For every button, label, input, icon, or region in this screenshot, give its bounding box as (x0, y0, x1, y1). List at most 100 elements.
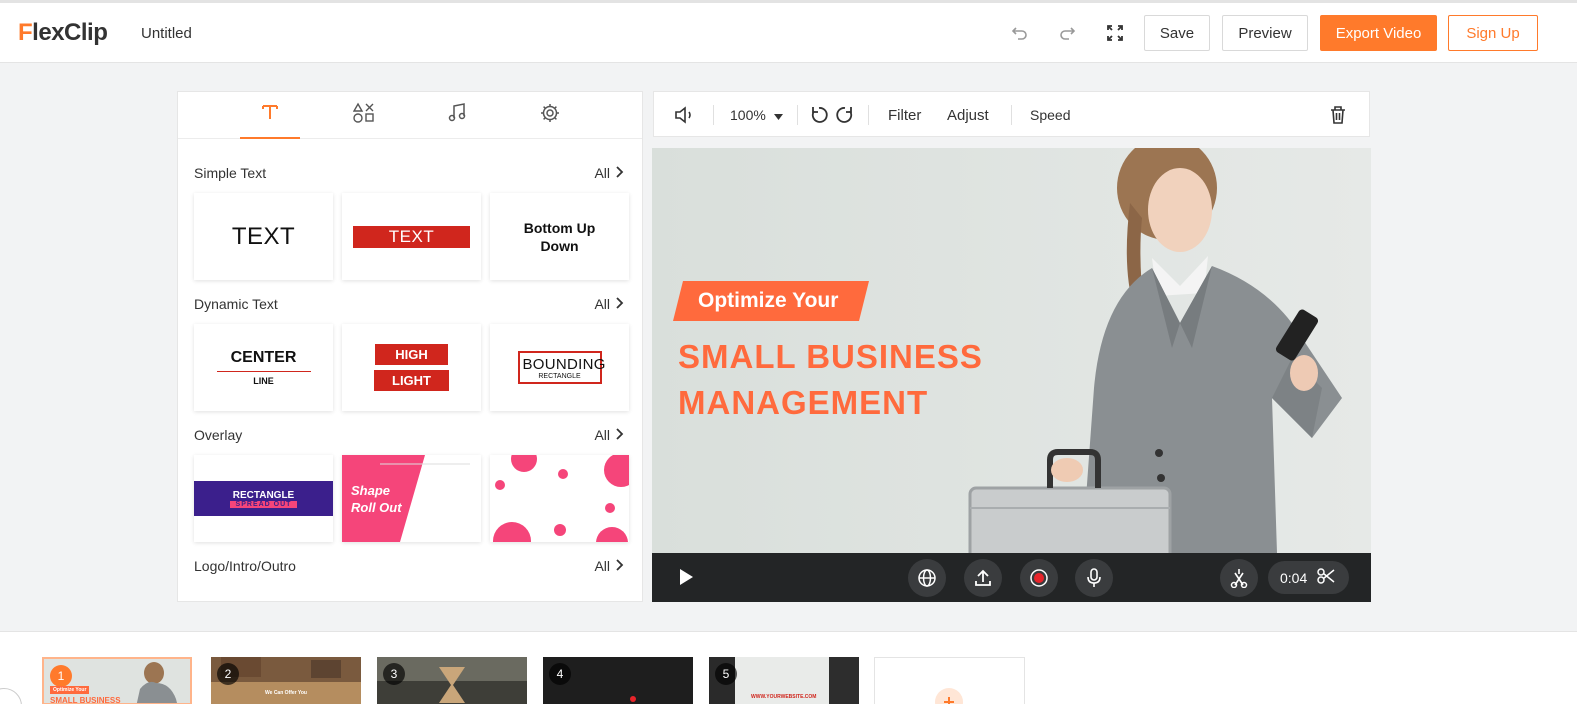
card-label: TEXT (231, 222, 296, 250)
tab-elements[interactable] (334, 92, 394, 139)
microphone-icon[interactable] (1075, 559, 1113, 597)
timeline-play-icon[interactable] (0, 688, 22, 704)
dynamic-text-all-link[interactable]: All (594, 296, 624, 312)
shapes-icon (352, 102, 375, 129)
speed-button[interactable]: Speed (1030, 92, 1070, 138)
card-sublabel: SPREAD OUT (229, 500, 298, 508)
template-text-boxed[interactable]: TEXT (342, 193, 481, 280)
section-title-simple-text: Simple Text (194, 165, 267, 181)
preview-tag-banner[interactable]: Optimize Your (673, 281, 869, 321)
card-sublabel: RECTANGLE (538, 373, 581, 380)
scissors-icon[interactable] (1317, 568, 1335, 587)
preview-headline[interactable]: SMALL BUSINESS MANAGEMENT (678, 334, 983, 426)
text-icon (261, 103, 279, 126)
record-icon[interactable] (1020, 559, 1058, 597)
toolbar-divider (1011, 105, 1012, 125)
template-text-plain[interactable]: TEXT (194, 193, 333, 280)
scene-1-tag: Optimize Your (50, 686, 90, 694)
template-bottom-up-down[interactable]: Bottom Up Down (490, 193, 629, 280)
scene-number: 2 (217, 663, 239, 685)
template-rectangle-spread-out[interactable]: RECTANGLE SPREAD OUT (194, 455, 333, 542)
shape-text: Shape Roll Out (351, 482, 402, 516)
undo-icon[interactable] (1007, 21, 1033, 45)
scene-thumb-1[interactable]: 1 Optimize Your SMALL BUSINESS (42, 657, 192, 704)
all-label: All (594, 165, 610, 181)
rotate-right-icon[interactable] (836, 92, 854, 138)
globe-icon[interactable] (908, 559, 946, 597)
preview-button[interactable]: Preview (1222, 15, 1308, 51)
card-sublabel: LINE (253, 376, 274, 386)
app-logo[interactable]: FlexClip (18, 19, 108, 47)
scene-thumb-4[interactable]: 4 (543, 657, 693, 704)
upload-icon[interactable] (964, 559, 1002, 597)
card-label: TEXT (352, 225, 471, 248)
headline-line-2: MANAGEMENT (678, 384, 929, 421)
scene-number: 4 (549, 663, 571, 685)
zoom-select[interactable]: 100% (730, 92, 783, 138)
scene-timeline: 1 Optimize Your SMALL BUSINESS 2 We Can … (0, 631, 1577, 704)
scene-thumb-5[interactable]: 5 WWW.YOURWEBSITE.COM (709, 657, 859, 704)
chevron-right-icon (616, 165, 624, 181)
card-label: BOUNDING (522, 356, 606, 373)
logo-intro-outro-all-link[interactable]: All (594, 558, 624, 574)
player-controls: 0:04 (652, 553, 1371, 602)
video-preview[interactable]: Optimize Your SMALL BUSINESS MANAGEMENT (652, 148, 1371, 553)
save-button[interactable]: Save (1144, 15, 1210, 51)
preview-tag-text: Optimize Your (698, 289, 839, 312)
music-icon (447, 103, 467, 128)
simple-text-all-link[interactable]: All (594, 165, 624, 181)
split-icon[interactable] (1220, 559, 1258, 597)
tab-music[interactable] (427, 92, 487, 139)
section-title-overlay: Overlay (194, 427, 243, 443)
purple-band: RECTANGLE SPREAD OUT (194, 481, 333, 516)
tab-settings[interactable] (520, 92, 580, 139)
template-shape-roll-out[interactable]: Shape Roll Out (342, 455, 481, 542)
zoom-value: 100% (730, 107, 766, 123)
card-label: HIGH (375, 344, 448, 365)
template-center-line[interactable]: CENTER LINE (194, 324, 333, 411)
scene-5-text: WWW.YOURWEBSITE.COM (751, 694, 817, 700)
bounding-box: BOUNDING RECTANGLE (517, 351, 606, 384)
export-video-button[interactable]: Export Video (1320, 15, 1437, 51)
caret-down-icon (773, 107, 783, 123)
current-time: 0:04 (1280, 569, 1308, 586)
media-panel: Simple Text All TEXT TEXT Bottom Up Down… (177, 91, 643, 602)
all-label: All (594, 296, 610, 312)
scene-thumb-3[interactable]: 3 (377, 657, 527, 704)
rotate-left-icon[interactable] (810, 92, 828, 138)
all-label: All (594, 427, 610, 443)
pink-dots (493, 455, 629, 542)
scene-1-title: SMALL BUSINESS (50, 696, 121, 704)
card-label: Shape (351, 483, 391, 498)
fullscreen-icon[interactable] (1102, 21, 1128, 45)
all-label: All (594, 558, 610, 574)
chevron-right-icon (616, 296, 624, 312)
section-title-dynamic-text: Dynamic Text (194, 296, 278, 312)
tab-text[interactable] (240, 92, 300, 139)
scene-number: 5 (715, 663, 737, 685)
card-sublabel: LIGHT (374, 370, 449, 391)
overlay-all-link[interactable]: All (594, 427, 624, 443)
toolbar-divider (797, 105, 798, 125)
add-scene-button[interactable] (874, 657, 1025, 704)
chevron-right-icon (616, 558, 624, 574)
time-display[interactable]: 0:04 (1268, 561, 1349, 594)
chevron-right-icon (616, 427, 624, 443)
trash-icon[interactable] (1330, 92, 1346, 138)
template-dots-overlay[interactable] (490, 455, 629, 542)
edit-toolbar: 100% Filter Adjust Speed (653, 91, 1370, 137)
card-label: RECTANGLE (232, 489, 295, 501)
scene-thumb-2[interactable]: 2 We Can Offer You (211, 657, 361, 704)
volume-icon[interactable] (674, 92, 696, 138)
document-title[interactable]: Untitled (141, 25, 192, 42)
card-label: CENTER (216, 349, 311, 372)
sign-up-button[interactable]: Sign Up (1448, 15, 1538, 51)
card-sublabel: Roll Out (351, 500, 402, 515)
template-high-light[interactable]: HIGH LIGHT (342, 324, 481, 411)
redo-icon[interactable] (1054, 21, 1080, 45)
gear-icon (540, 103, 560, 128)
filter-button[interactable]: Filter (888, 92, 921, 138)
template-bounding-rectangle[interactable]: BOUNDING RECTANGLE (490, 324, 629, 411)
play-icon[interactable] (678, 568, 694, 591)
adjust-button[interactable]: Adjust (947, 92, 989, 138)
